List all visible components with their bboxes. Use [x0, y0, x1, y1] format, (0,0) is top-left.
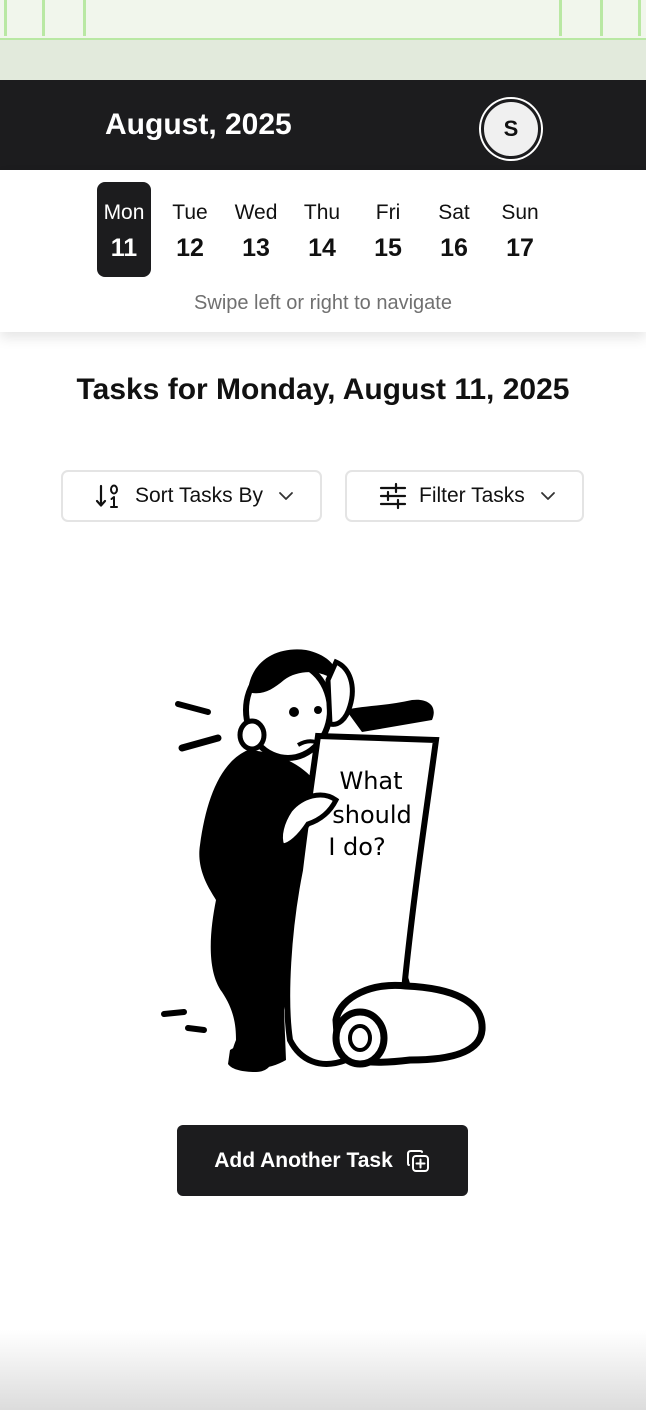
scroll-text-line3: I do?: [328, 833, 385, 861]
filter-tasks-dropdown[interactable]: Filter Tasks: [345, 470, 584, 522]
day-number: 17: [506, 234, 534, 262]
day-number: 14: [308, 234, 336, 262]
day-name: Wed: [234, 201, 278, 224]
day-name: Tue: [172, 201, 208, 224]
day-number: 12: [176, 234, 204, 262]
grid-line: [4, 0, 7, 36]
grid-line: [42, 0, 45, 36]
day-wed[interactable]: Wed 13: [229, 182, 283, 277]
grid-line: [83, 0, 86, 36]
day-thu[interactable]: Thu 14: [295, 182, 349, 277]
sort-tasks-dropdown[interactable]: Sort Tasks By: [61, 470, 322, 522]
scroll-text-line1: What: [339, 767, 402, 795]
user-avatar[interactable]: S: [481, 99, 541, 159]
add-task-button[interactable]: Add Another Task: [177, 1125, 468, 1196]
grid-line: [600, 0, 603, 36]
day-fri[interactable]: Fri 15: [361, 182, 415, 277]
day-name: Thu: [303, 201, 341, 224]
day-number: 13: [242, 234, 270, 262]
month-title: August, 2025: [105, 108, 292, 141]
bottom-fade: [0, 1330, 646, 1410]
day-mon[interactable]: Mon 11: [97, 182, 151, 277]
day-name: Mon: [103, 201, 145, 224]
chevron-down-icon: [540, 492, 555, 500]
sort-label: Sort Tasks By: [135, 484, 263, 507]
grid-line: [559, 0, 562, 36]
sort-numeric-icon: [95, 484, 118, 508]
app-header: August, 2025 S: [0, 80, 646, 170]
grid-line: [638, 0, 641, 36]
copy-plus-icon: [406, 1149, 429, 1172]
add-task-label: Add Another Task: [214, 1148, 393, 1172]
day-name: Fri: [375, 201, 401, 224]
day-sat[interactable]: Sat 16: [427, 182, 481, 277]
empty-state-illustration: What should I do?: [161, 649, 486, 1072]
scroll-text-line2: should: [332, 801, 412, 829]
day-tue[interactable]: Tue 12: [163, 182, 217, 277]
day-number: 11: [110, 234, 138, 262]
top-calendar-strip: [0, 0, 646, 40]
filter-label: Filter Tasks: [419, 484, 525, 507]
background-band: [0, 40, 646, 80]
swipe-hint: Swipe left or right to navigate: [194, 292, 452, 314]
day-name: Sat: [438, 201, 470, 224]
week-day-selector: Mon 11 Tue 12 Wed 13 Thu 14 Fri 15 Sat 1…: [0, 170, 646, 332]
day-number: 15: [374, 234, 402, 262]
day-name: Sun: [501, 201, 539, 224]
sliders-icon: [379, 482, 407, 510]
day-sun[interactable]: Sun 17: [493, 182, 547, 277]
day-number: 16: [440, 234, 468, 262]
tasks-heading: Tasks for Monday, August 11, 2025: [76, 373, 570, 406]
chevron-down-icon: [279, 492, 293, 500]
